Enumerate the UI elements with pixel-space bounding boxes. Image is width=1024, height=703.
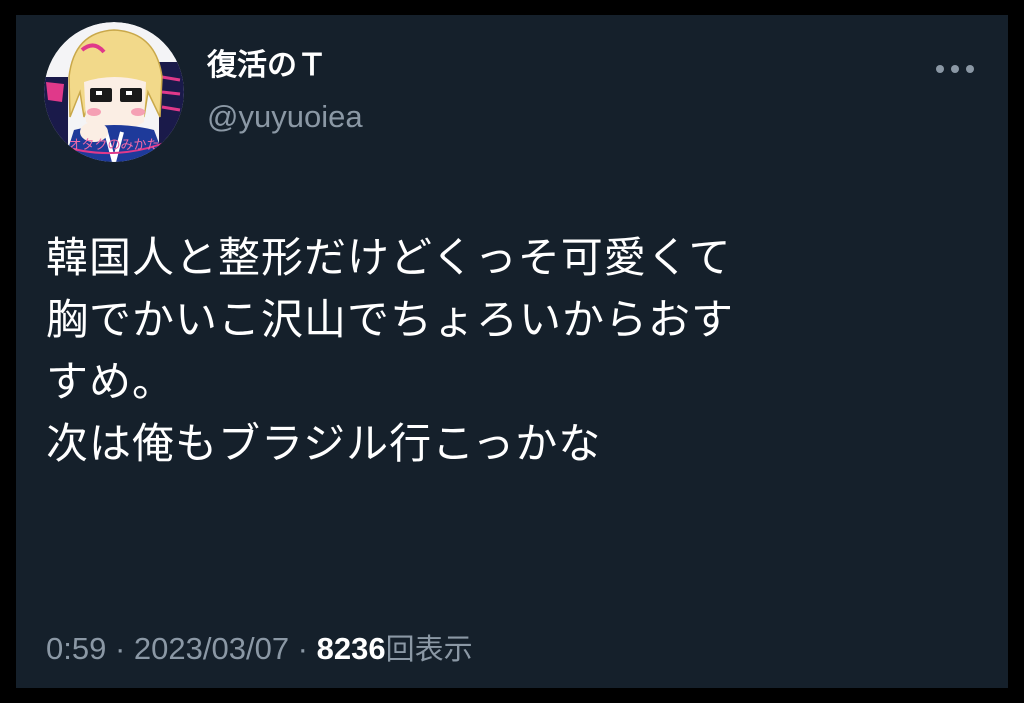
tweet-text: 韓国人と整形だけどくっそ可愛くて 胸でかいこ沢山でちょろいからおす すめ。 次は… <box>46 227 996 475</box>
tweet-text-line: 次は俺もブラジル行こっかな <box>46 419 602 468</box>
tweet-text-line: すめ。 <box>46 357 176 406</box>
tweet-text-line: 韓国人と整形だけどくっそ可愛くて <box>46 233 732 282</box>
meta-separator: · <box>106 631 134 666</box>
tweet-time[interactable]: 0:59 <box>46 631 106 666</box>
tweet-date[interactable]: 2023/03/07 <box>134 631 289 666</box>
user-handle[interactable]: @yuyuoiea <box>207 97 363 137</box>
tweet-text-line: 胸でかいこ沢山でちょろいからおす <box>46 295 735 344</box>
avatar-image: オタクのみかた <box>44 22 184 162</box>
more-horizontal-icon[interactable] <box>932 59 978 79</box>
tweet-meta: 0:59 · 2023/03/07 · 8236回表示 <box>46 629 473 669</box>
meta-separator: · <box>289 631 317 666</box>
display-name[interactable]: 復活のＴ <box>207 46 327 86</box>
views-label: 回表示 <box>385 632 473 666</box>
avatar-text: オタクのみかた <box>68 138 159 153</box>
views-count: 8236 <box>316 631 386 666</box>
tweet-card: オタクのみかた 復活のＴ @yuyuoiea 韓国人と整形だけどくっそ可愛くて … <box>16 15 1008 688</box>
avatar[interactable]: オタクのみかた <box>44 22 184 162</box>
